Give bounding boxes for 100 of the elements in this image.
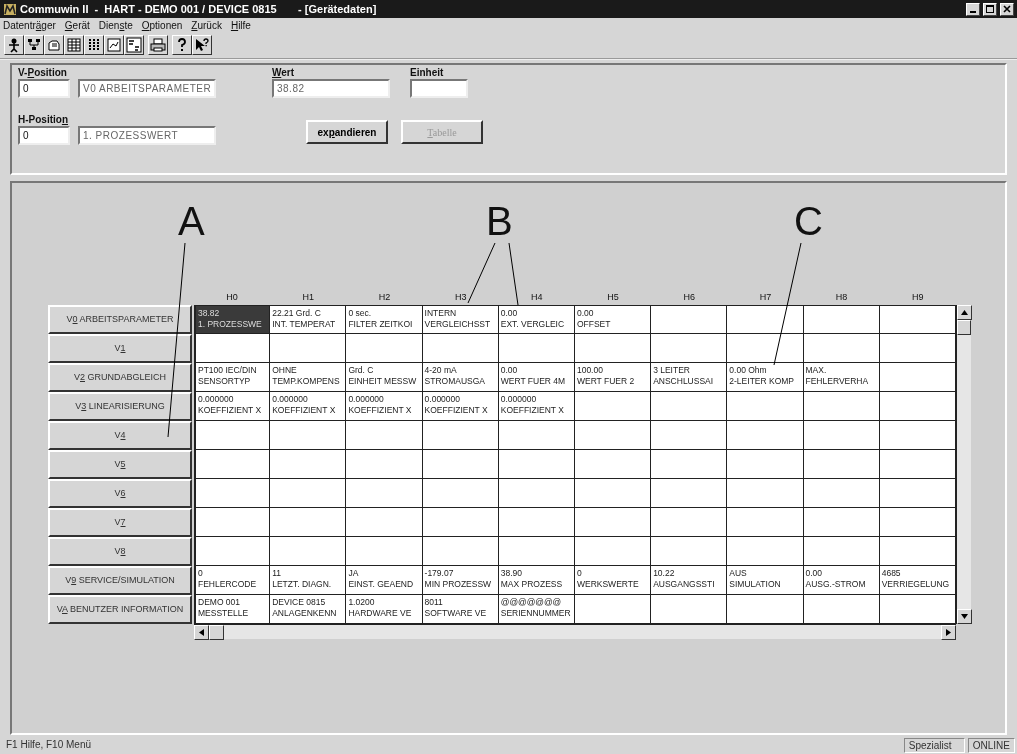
table-cell[interactable] <box>422 537 499 566</box>
toolbar-button[interactable] <box>192 35 212 55</box>
table-cell[interactable] <box>574 421 652 450</box>
table-cell[interactable] <box>651 305 728 334</box>
table-cell[interactable] <box>727 595 804 624</box>
table-cell[interactable] <box>803 537 880 566</box>
table-cell[interactable]: 3 LEITER ANSCHLUSSAI <box>651 363 728 392</box>
toolbar-button[interactable] <box>24 35 44 55</box>
table-cell[interactable] <box>803 450 880 479</box>
row-button[interactable]: V0 ARBEITSPARAMETER <box>48 305 192 334</box>
table-cell[interactable] <box>574 537 652 566</box>
table-cell[interactable]: 4685 VERRIEGELUNG <box>879 566 956 595</box>
table-cell[interactable] <box>803 305 880 334</box>
table-cell[interactable]: 22.21 Grd. C INT. TEMPERAT <box>270 305 347 334</box>
table-cell[interactable] <box>727 305 804 334</box>
table-cell[interactable]: 0 sec. FILTER ZEITKOI <box>346 305 423 334</box>
table-cell[interactable]: AUS SIMULATION <box>727 566 804 595</box>
table-cell[interactable] <box>879 537 956 566</box>
table-cell[interactable]: 1.0200 HARDWARE VE <box>346 595 423 624</box>
table-cell[interactable] <box>651 479 728 508</box>
table-cell[interactable]: 38.90 MAX PROZESS <box>498 566 575 595</box>
table-cell[interactable]: 0 WERKSWERTE <box>574 566 652 595</box>
close-button[interactable] <box>1000 2 1014 16</box>
table-cell[interactable] <box>194 479 271 508</box>
table-cell[interactable] <box>727 479 804 508</box>
table-cell[interactable] <box>727 392 804 421</box>
table-cell[interactable]: 0.000000 KOEFFIZIENT X <box>194 392 271 421</box>
input-field[interactable]: V0 ARBEITSPARAMETER <box>78 79 216 98</box>
table-cell[interactable] <box>879 595 956 624</box>
table-cell[interactable] <box>194 334 271 363</box>
table-cell[interactable] <box>879 508 956 537</box>
row-button[interactable]: V7 <box>48 508 192 537</box>
table-cell[interactable] <box>803 508 880 537</box>
row-button[interactable]: V2 GRUNDABGLEICH <box>48 363 192 392</box>
table-cell[interactable] <box>270 508 347 537</box>
row-button[interactable]: V3 LINEARISIERUNG <box>48 392 192 421</box>
table-cell[interactable] <box>651 508 728 537</box>
table-cell[interactable]: PT100 IEC/DIN SENSORTYP <box>194 363 271 392</box>
scrollbar-thumb[interactable] <box>209 625 224 640</box>
row-button[interactable]: V4 <box>48 421 192 450</box>
row-button[interactable]: V1 <box>48 334 192 363</box>
table-cell[interactable]: -179.07 MIN PROZESSW <box>422 566 499 595</box>
table-cell[interactable] <box>346 537 423 566</box>
table-cell[interactable]: MAX. FEHLERVERHA <box>803 363 880 392</box>
table-cell[interactable] <box>574 334 652 363</box>
toolbar-button[interactable] <box>84 35 104 55</box>
toolbar-button[interactable] <box>4 35 24 55</box>
table-cell[interactable] <box>651 392 728 421</box>
table-cell[interactable] <box>879 392 956 421</box>
table-cell[interactable]: 0.00 OFFSET <box>574 305 652 334</box>
table-cell[interactable] <box>194 508 271 537</box>
toolbar-button[interactable] <box>64 35 84 55</box>
table-cell[interactable] <box>651 334 728 363</box>
maximize-button[interactable] <box>983 2 997 16</box>
table-cell[interactable] <box>879 450 956 479</box>
table-cell[interactable] <box>422 508 499 537</box>
minimize-button[interactable] <box>966 2 980 16</box>
table-cell[interactable] <box>574 508 652 537</box>
table-cell[interactable]: 10.22 AUSGANGSSTI <box>651 566 728 595</box>
table-cell[interactable] <box>651 537 728 566</box>
table-cell[interactable] <box>270 450 347 479</box>
table-cell[interactable]: DEMO 001 MESSTELLE <box>194 595 271 624</box>
menu-item[interactable]: Datenträger <box>3 18 56 33</box>
input-field[interactable]: 1. PROZESSWERT <box>78 126 216 145</box>
scrollbar-thumb[interactable] <box>956 320 971 335</box>
menu-item[interactable]: Optionen <box>141 18 183 33</box>
table-cell[interactable] <box>803 595 880 624</box>
menu-item[interactable]: Zurück <box>191 18 222 33</box>
table-cell[interactable] <box>574 392 652 421</box>
table-cell[interactable] <box>727 421 804 450</box>
table-cell[interactable] <box>346 508 423 537</box>
table-cell[interactable]: @@@@@@@ SERIENNUMMER <box>498 595 575 624</box>
table-cell[interactable] <box>651 595 728 624</box>
table-cell[interactable] <box>270 421 347 450</box>
table-cell[interactable] <box>727 537 804 566</box>
table-cell[interactable] <box>498 479 575 508</box>
table-cell[interactable] <box>651 421 728 450</box>
table-cell[interactable]: 100.00 WERT FUER 2 <box>574 363 652 392</box>
row-button[interactable]: V5 <box>48 450 192 479</box>
input-field[interactable]: 38.82 <box>272 79 390 98</box>
table-cell[interactable] <box>803 421 880 450</box>
table-cell[interactable] <box>803 392 880 421</box>
menu-item[interactable]: Dienste <box>98 18 133 33</box>
table-cell[interactable] <box>422 450 499 479</box>
table-cell[interactable]: 38.82 1. PROZESSWE <box>194 305 271 334</box>
table-cell[interactable] <box>574 450 652 479</box>
table-cell[interactable] <box>194 450 271 479</box>
table-cell[interactable]: 0.00 Ohm 2-LEITER KOMP <box>727 363 804 392</box>
table-cell[interactable] <box>498 334 575 363</box>
table-cell[interactable] <box>574 479 652 508</box>
input-field[interactable] <box>410 79 468 98</box>
table-cell[interactable]: Grd. C EINHEIT MESSW <box>346 363 423 392</box>
table-cell[interactable]: 11 LETZT. DIAGN. <box>270 566 347 595</box>
toolbar-button[interactable] <box>172 35 192 55</box>
table-cell[interactable] <box>879 363 956 392</box>
table-cell[interactable] <box>879 421 956 450</box>
table-cell[interactable]: 0.00 AUSG.-STROM <box>803 566 880 595</box>
table-cell[interactable]: INTERN VERGLEICHSST <box>422 305 499 334</box>
table-cell[interactable] <box>346 334 423 363</box>
table-cell[interactable] <box>194 421 271 450</box>
